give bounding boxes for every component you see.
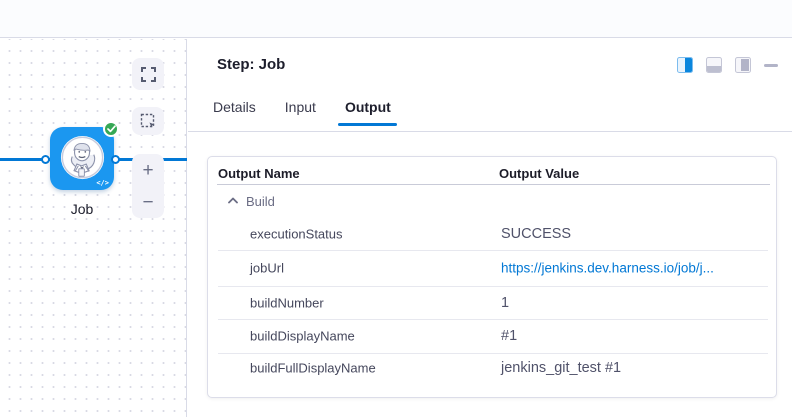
node-input-port[interactable] (41, 155, 50, 164)
canvas-fullscreen-button[interactable] (132, 58, 164, 90)
success-badge-icon (103, 121, 119, 137)
group-label: Build (246, 194, 275, 209)
minimize-icon[interactable] (764, 64, 778, 67)
output-table-card: Output Name Output Value Build execution… (207, 156, 777, 398)
node-label: Job (50, 201, 114, 217)
marquee-select-icon (140, 113, 156, 129)
output-name: buildFullDisplayName (250, 361, 376, 376)
output-name: jobUrl (250, 261, 284, 276)
output-value-link[interactable]: https://jenkins.dev.harness.io/job/j... (501, 261, 714, 276)
zoom-out-button[interactable]: − (132, 186, 164, 218)
pipeline-node-job[interactable]: </> (50, 127, 114, 190)
tabs-divider (188, 131, 792, 132)
tab-details[interactable]: Details (213, 99, 256, 126)
code-icon: </> (96, 179, 109, 187)
table-row: buildDisplayName #1 (208, 319, 776, 353)
table-row: buildNumber 1 (208, 286, 776, 319)
table-header-row: Output Name Output Value (208, 157, 776, 185)
panel-title: Step: Job (217, 56, 285, 73)
tab-bar: Details Input Output (213, 99, 391, 126)
split-view-bottom-icon[interactable] (706, 57, 722, 73)
table-group-row-build[interactable]: Build (208, 185, 776, 217)
jenkins-butler-icon (60, 135, 105, 180)
panel-window-controls (677, 57, 778, 73)
app-window: </> Job + − Step: Job (0, 0, 792, 417)
output-value: jenkins_git_test #1 (501, 360, 621, 376)
output-name: buildDisplayName (250, 329, 355, 344)
zoom-in-button[interactable]: + (132, 154, 164, 186)
output-name: executionStatus (250, 226, 343, 241)
canvas-zoom-controls: + − (132, 154, 164, 218)
page-header-strip (0, 0, 792, 38)
table-row: buildFullDisplayName jenkins_git_test #1 (208, 353, 776, 398)
pipeline-canvas[interactable]: </> Job + − (0, 39, 187, 417)
output-value: #1 (501, 328, 517, 344)
split-view-right-icon[interactable] (677, 57, 693, 73)
tab-output[interactable]: Output (345, 99, 391, 126)
output-value: SUCCESS (501, 226, 571, 242)
split-view-side-icon[interactable] (735, 57, 751, 73)
column-header-output-name: Output Name (218, 166, 300, 181)
table-row: executionStatus SUCCESS (208, 217, 776, 250)
fullscreen-icon (141, 67, 156, 82)
canvas-marquee-select-button[interactable] (132, 107, 164, 135)
table-row: jobUrl https://jenkins.dev.harness.io/jo… (208, 250, 776, 286)
output-value: 1 (501, 295, 509, 311)
node-output-port[interactable] (111, 155, 120, 164)
chevron-up-icon[interactable] (228, 197, 238, 204)
column-header-output-value: Output Value (499, 166, 579, 181)
step-details-panel: Step: Job Details Input Output Output Na… (188, 39, 792, 417)
output-name: buildNumber (250, 295, 324, 310)
tab-input[interactable]: Input (285, 99, 316, 126)
